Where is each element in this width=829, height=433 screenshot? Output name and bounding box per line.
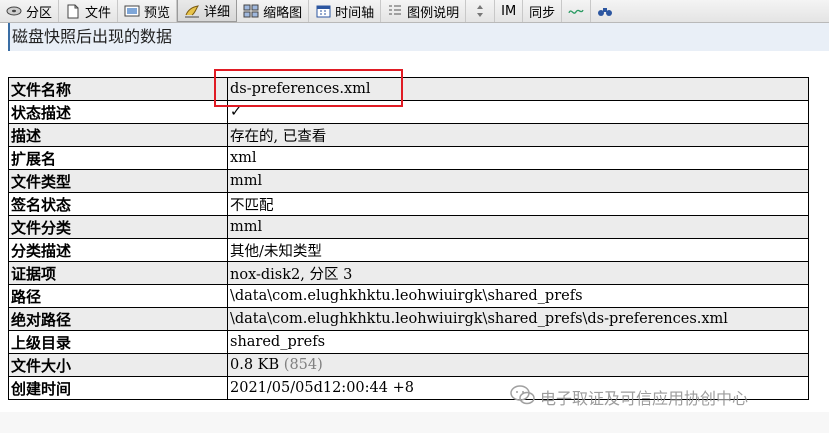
property-value: \data\com.elughkhktu.leohwiuirgk\shared_… [227,284,809,308]
table-row[interactable]: 证据项 nox-disk2, 分区 3 [8,261,809,285]
file-size-value: 0.8 KB [230,357,280,373]
property-key: 上级目录 [8,330,228,354]
tab-partition[interactable]: 分区 [0,0,60,22]
sync-label: 同步 [529,5,556,21]
property-value: 存在的, 已查看 [227,123,809,147]
wave-icon [568,3,584,19]
property-key: 路径 [8,284,228,308]
tab-timeline-label: 时间轴 [335,5,375,21]
wave-button[interactable] [562,0,592,22]
table-row[interactable]: 文件大小 0.8 KB (854) [8,353,809,377]
tab-file[interactable]: 文件 [59,0,119,22]
sync-button[interactable]: 同步 [523,0,563,22]
watermark-text: 电子取证及可信应用协创中心 [540,389,749,408]
wechat-icon [510,384,536,410]
detail-icon [184,3,200,19]
property-value: mml [227,169,809,193]
tab-thumbnail-label: 缩略图 [263,5,303,21]
property-key: 证据项 [8,261,228,285]
property-key: 绝对路径 [8,307,228,331]
property-key: 描述 [8,123,228,147]
table-row[interactable]: 签名状态 不匹配 [8,192,809,216]
calendar-icon [315,3,331,19]
legend-icon [387,3,403,19]
toolbar: 分区 文件 预览 详细 缩略图 时间轴 图例说明 IM 同步 [0,0,829,23]
property-key: 文件分类 [8,215,228,239]
thumbnail-icon [243,3,259,19]
im-button[interactable]: IM [495,0,524,22]
table-row[interactable]: 文件类型 mml [8,169,809,193]
highlight-box [214,69,403,107]
property-value: xml [227,146,809,170]
properties-table: 文件名称 ds-preferences.xml 状态描述 ✓ 描述 存在的, 已… [8,77,809,400]
sort-button[interactable] [466,0,496,22]
status-strip [0,412,829,433]
property-key: 状态描述 [8,100,228,124]
panel-caption: 磁盘快照后出现的数据 [8,23,829,51]
disk-icon [6,3,22,19]
property-value: 其他/未知类型 [227,238,809,262]
property-key: 文件类型 [8,169,228,193]
property-key: 扩展名 [8,146,228,170]
tab-detail[interactable]: 详细 [177,0,238,22]
sort-icon [472,3,488,19]
table-row[interactable]: 路径 \data\com.elughkhktu.leohwiuirgk\shar… [8,284,809,308]
table-row[interactable]: 描述 存在的, 已查看 [8,123,809,147]
property-value: 0.8 KB (854) [227,353,809,377]
tab-detail-label: 详细 [204,5,231,20]
tab-preview-label: 预览 [144,5,171,21]
table-row[interactable]: 文件分类 mml [8,215,809,239]
table-row[interactable]: 分类描述 其他/未知类型 [8,238,809,262]
table-row[interactable]: 上级目录 shared_prefs [8,330,809,354]
tab-thumbnail[interactable]: 缩略图 [237,0,310,22]
find-button[interactable] [591,0,619,22]
file-size-bytes: (854) [283,357,323,373]
property-value: \data\com.elughkhktu.leohwiuirgk\shared_… [227,307,809,331]
binoculars-icon [597,3,613,19]
im-label: IM [501,3,517,19]
property-value: 不匹配 [227,192,809,216]
table-row[interactable]: 扩展名 xml [8,146,809,170]
property-key: 文件大小 [8,353,228,377]
property-key: 签名状态 [8,192,228,216]
property-key: 文件名称 [8,77,228,101]
property-key: 分类描述 [8,238,228,262]
tab-preview[interactable]: 预览 [118,0,178,22]
tab-timeline[interactable]: 时间轴 [309,0,382,22]
watermark: 电子取证及可信应用协创中心 [510,384,748,410]
property-value: mml [227,215,809,239]
tab-legend[interactable]: 图例说明 [381,0,467,22]
tab-legend-label: 图例说明 [407,5,460,21]
preview-icon [124,3,140,19]
table-row[interactable]: 绝对路径 \data\com.elughkhktu.leohwiuirgk\sh… [8,307,809,331]
property-value: nox-disk2, 分区 3 [227,261,809,285]
table-row[interactable]: 状态描述 ✓ [8,100,809,124]
property-value: shared_prefs [227,330,809,354]
tab-file-label: 文件 [85,5,112,21]
table-row[interactable]: 文件名称 ds-preferences.xml [8,77,809,101]
document-icon [65,3,81,19]
tab-partition-label: 分区 [26,5,53,21]
property-key: 创建时间 [8,376,228,400]
